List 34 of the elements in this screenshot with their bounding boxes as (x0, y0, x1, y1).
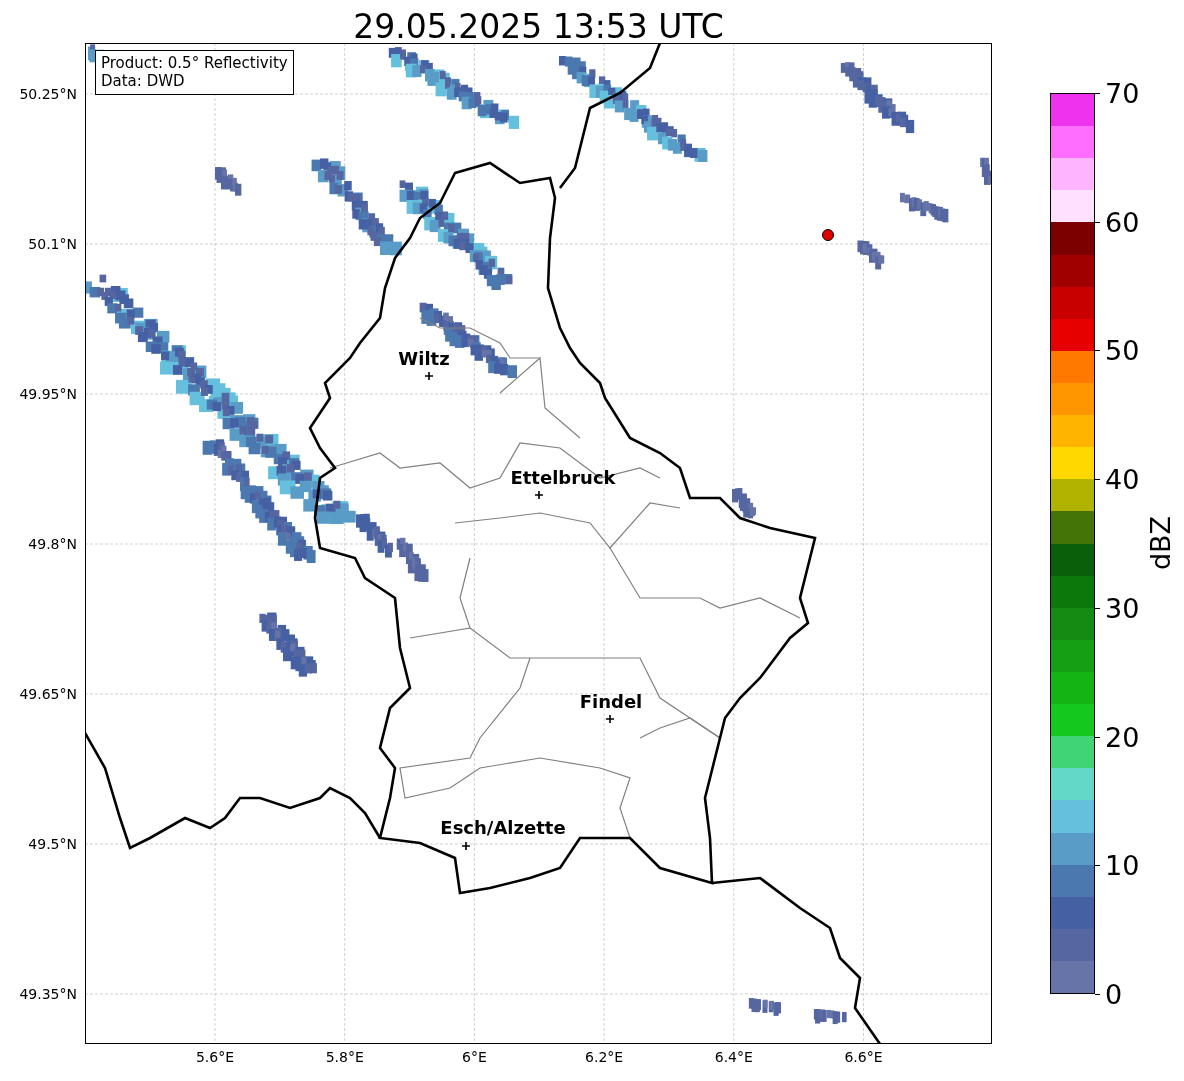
city-marker-icon (605, 714, 615, 724)
info-text: Data: DWD (101, 72, 186, 90)
city-marker-icon (424, 371, 434, 381)
longitude-label: 5.6°E (195, 1049, 235, 1065)
colorbar-tick-label: 10 (1105, 851, 1140, 879)
longitude-label: 6°E (462, 1049, 487, 1065)
colorbar-tick-label: 20 (1105, 723, 1140, 751)
colorbar-tick-label: 60 (1105, 208, 1140, 236)
longitude-label: 6.6°E (844, 1049, 883, 1065)
chart-title: 29.05.2025 13:53 UTC (353, 10, 724, 43)
place-label: Ettelbruck (510, 469, 616, 487)
colorbar-tick-label: 50 (1105, 336, 1140, 364)
latitude-label: 50.25°N (19, 86, 77, 102)
colorbar-unit-label: dBZ (1144, 515, 1176, 571)
colorbar-tick-label: 0 (1105, 980, 1123, 1008)
info-text: Product: 0.5° Reflectivity (101, 54, 288, 72)
colorbar-tick-label: 70 (1105, 79, 1140, 107)
latitude-label: 49.65°N (19, 686, 77, 702)
city-marker-icon (534, 490, 544, 500)
latitude-label: 49.8°N (28, 536, 77, 552)
colorbar-tick-label: 40 (1105, 465, 1140, 493)
place-label: Findel (579, 693, 643, 711)
latitude-label: 49.35°N (19, 986, 77, 1002)
location-dot-icon (822, 229, 834, 241)
city-marker-icon (461, 841, 471, 851)
place-label: Wiltz (398, 350, 450, 368)
longitude-label: 6.2°E (585, 1049, 624, 1065)
place-label: Esch/Alzette (440, 819, 566, 837)
latitude-label: 50.1°N (28, 236, 77, 252)
colorbar-tick-label: 30 (1105, 594, 1140, 622)
latitude-label: 49.95°N (19, 386, 77, 402)
longitude-label: 6.4°E (714, 1049, 753, 1065)
latitude-label: 49.5°N (28, 836, 77, 852)
longitude-label: 5.8°E (325, 1049, 364, 1065)
